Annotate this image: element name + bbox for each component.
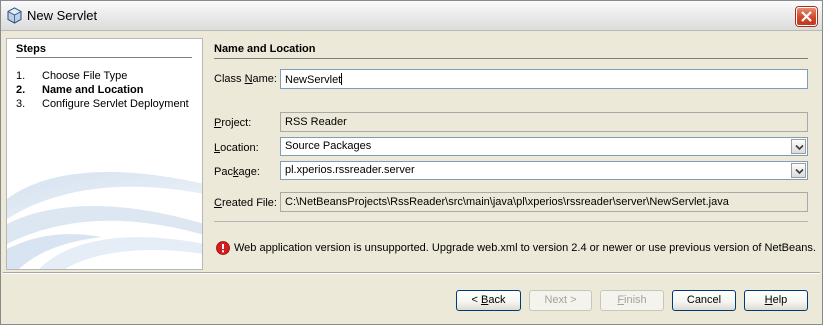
step-label: Configure Servlet Deployment — [42, 98, 189, 110]
location-dropdown[interactable]: Source Packages — [280, 137, 808, 156]
close-button[interactable] — [796, 7, 817, 26]
section-divider — [214, 58, 808, 59]
class-name-input[interactable]: NewServlet — [280, 69, 808, 89]
step-number: 3. — [16, 98, 26, 110]
close-icon — [801, 11, 812, 22]
steps-title: Steps — [16, 43, 46, 55]
help-button[interactable]: Help — [744, 290, 808, 311]
netbeans-cube-icon — [6, 7, 23, 24]
location-selected-value: Source Packages — [285, 140, 372, 152]
form-divider — [214, 221, 808, 222]
window-title: New Servlet — [27, 8, 98, 23]
title-bar[interactable]: New Servlet — [1, 1, 822, 31]
location-label: Location: — [214, 142, 259, 154]
back-button[interactable]: < Back — [456, 290, 521, 311]
project-label: Project: — [214, 117, 252, 129]
step-number: 1. — [16, 70, 26, 82]
location-dropdown-button[interactable] — [791, 139, 806, 154]
steps-panel: Steps 1. Choose File Type 2. Name and Loca… — [6, 38, 203, 270]
button-bar-separator — [3, 272, 820, 274]
project-field: RSS Reader — [280, 112, 808, 132]
text-caret — [341, 73, 343, 85]
step-name-and-location: 2. Name and Location — [16, 84, 143, 96]
section-title: Name and Location — [214, 43, 316, 55]
cancel-button[interactable]: Cancel — [672, 290, 736, 311]
step-label: Choose File Type — [42, 70, 128, 82]
chevron-down-icon — [795, 144, 804, 151]
finish-button[interactable]: Finish — [600, 290, 664, 311]
next-button[interactable]: Next > — [529, 290, 592, 311]
step-number: 2. — [16, 84, 26, 96]
error-icon — [216, 241, 230, 255]
chevron-down-icon — [795, 168, 804, 175]
error-message: Web application version is unsupported. … — [234, 242, 816, 254]
step-choose-file-type: 1. Choose File Type — [16, 70, 127, 82]
package-label: Package: — [214, 166, 260, 178]
step-label: Name and Location — [42, 84, 144, 96]
created-file-field: C:\NetBeansProjects\RssReader\src\main\j… — [280, 192, 808, 212]
new-servlet-dialog: New Servlet Steps 1. Choose File Type 2. N… — [0, 0, 823, 325]
decorative-swoosh-graphic — [7, 172, 202, 269]
package-dropdown-button[interactable] — [791, 163, 806, 178]
step-configure-servlet-deployment: 3. Configure Servlet Deployment — [16, 98, 189, 110]
package-value[interactable]: pl.xperios.rssreader.server — [285, 164, 415, 176]
steps-divider — [16, 57, 192, 58]
package-combobox[interactable]: pl.xperios.rssreader.server — [280, 161, 808, 180]
created-file-label: Created File: — [214, 197, 277, 209]
class-name-label: Class Name: — [214, 73, 277, 85]
